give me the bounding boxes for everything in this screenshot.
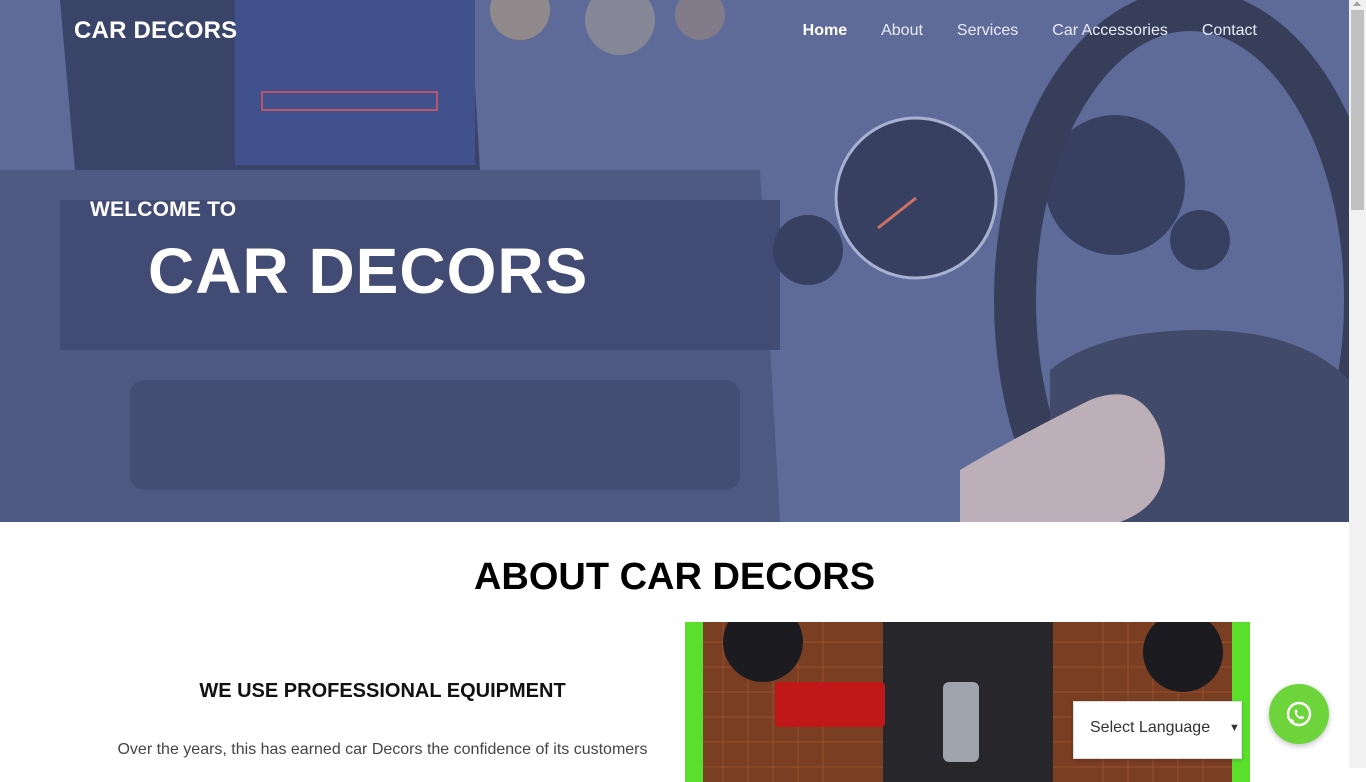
about-heading: ABOUT CAR DECORS [473, 556, 876, 598]
main-nav: Home About Services Car Accessories Cont… [803, 22, 1257, 40]
nav-home[interactable]: Home [803, 22, 847, 40]
site-logo[interactable]: CAR DECORS [74, 17, 237, 45]
page-scrollbar[interactable] [1349, 0, 1366, 768]
scrollbar-thumb[interactable] [1351, 10, 1364, 210]
nav-car-accessories[interactable]: Car Accessories [1052, 22, 1168, 40]
whatsapp-icon [1286, 701, 1312, 727]
about-subheading: WE USE PROFESSIONAL EQUIPMENT [199, 680, 566, 702]
dropdown-arrow-icon: ▼ [1229, 722, 1240, 734]
scroll-up-arrow-icon[interactable] [1353, 1, 1361, 6]
about-text: Over the years, this has earned car Deco… [117, 741, 648, 758]
nav-services[interactable]: Services [957, 22, 1018, 40]
hero-banner: CAR DECORS Home About Services Car Acces… [0, 0, 1349, 522]
language-select[interactable]: Select Language ▼ [1073, 701, 1242, 759]
nav-about[interactable]: About [881, 22, 923, 40]
hero-title: CAR DECORS [148, 235, 589, 307]
hero-welcome: WELCOME TO [90, 198, 237, 221]
nav-contact[interactable]: Contact [1202, 22, 1257, 40]
language-select-label: Select Language [1090, 719, 1211, 736]
whatsapp-button[interactable] [1269, 684, 1329, 744]
